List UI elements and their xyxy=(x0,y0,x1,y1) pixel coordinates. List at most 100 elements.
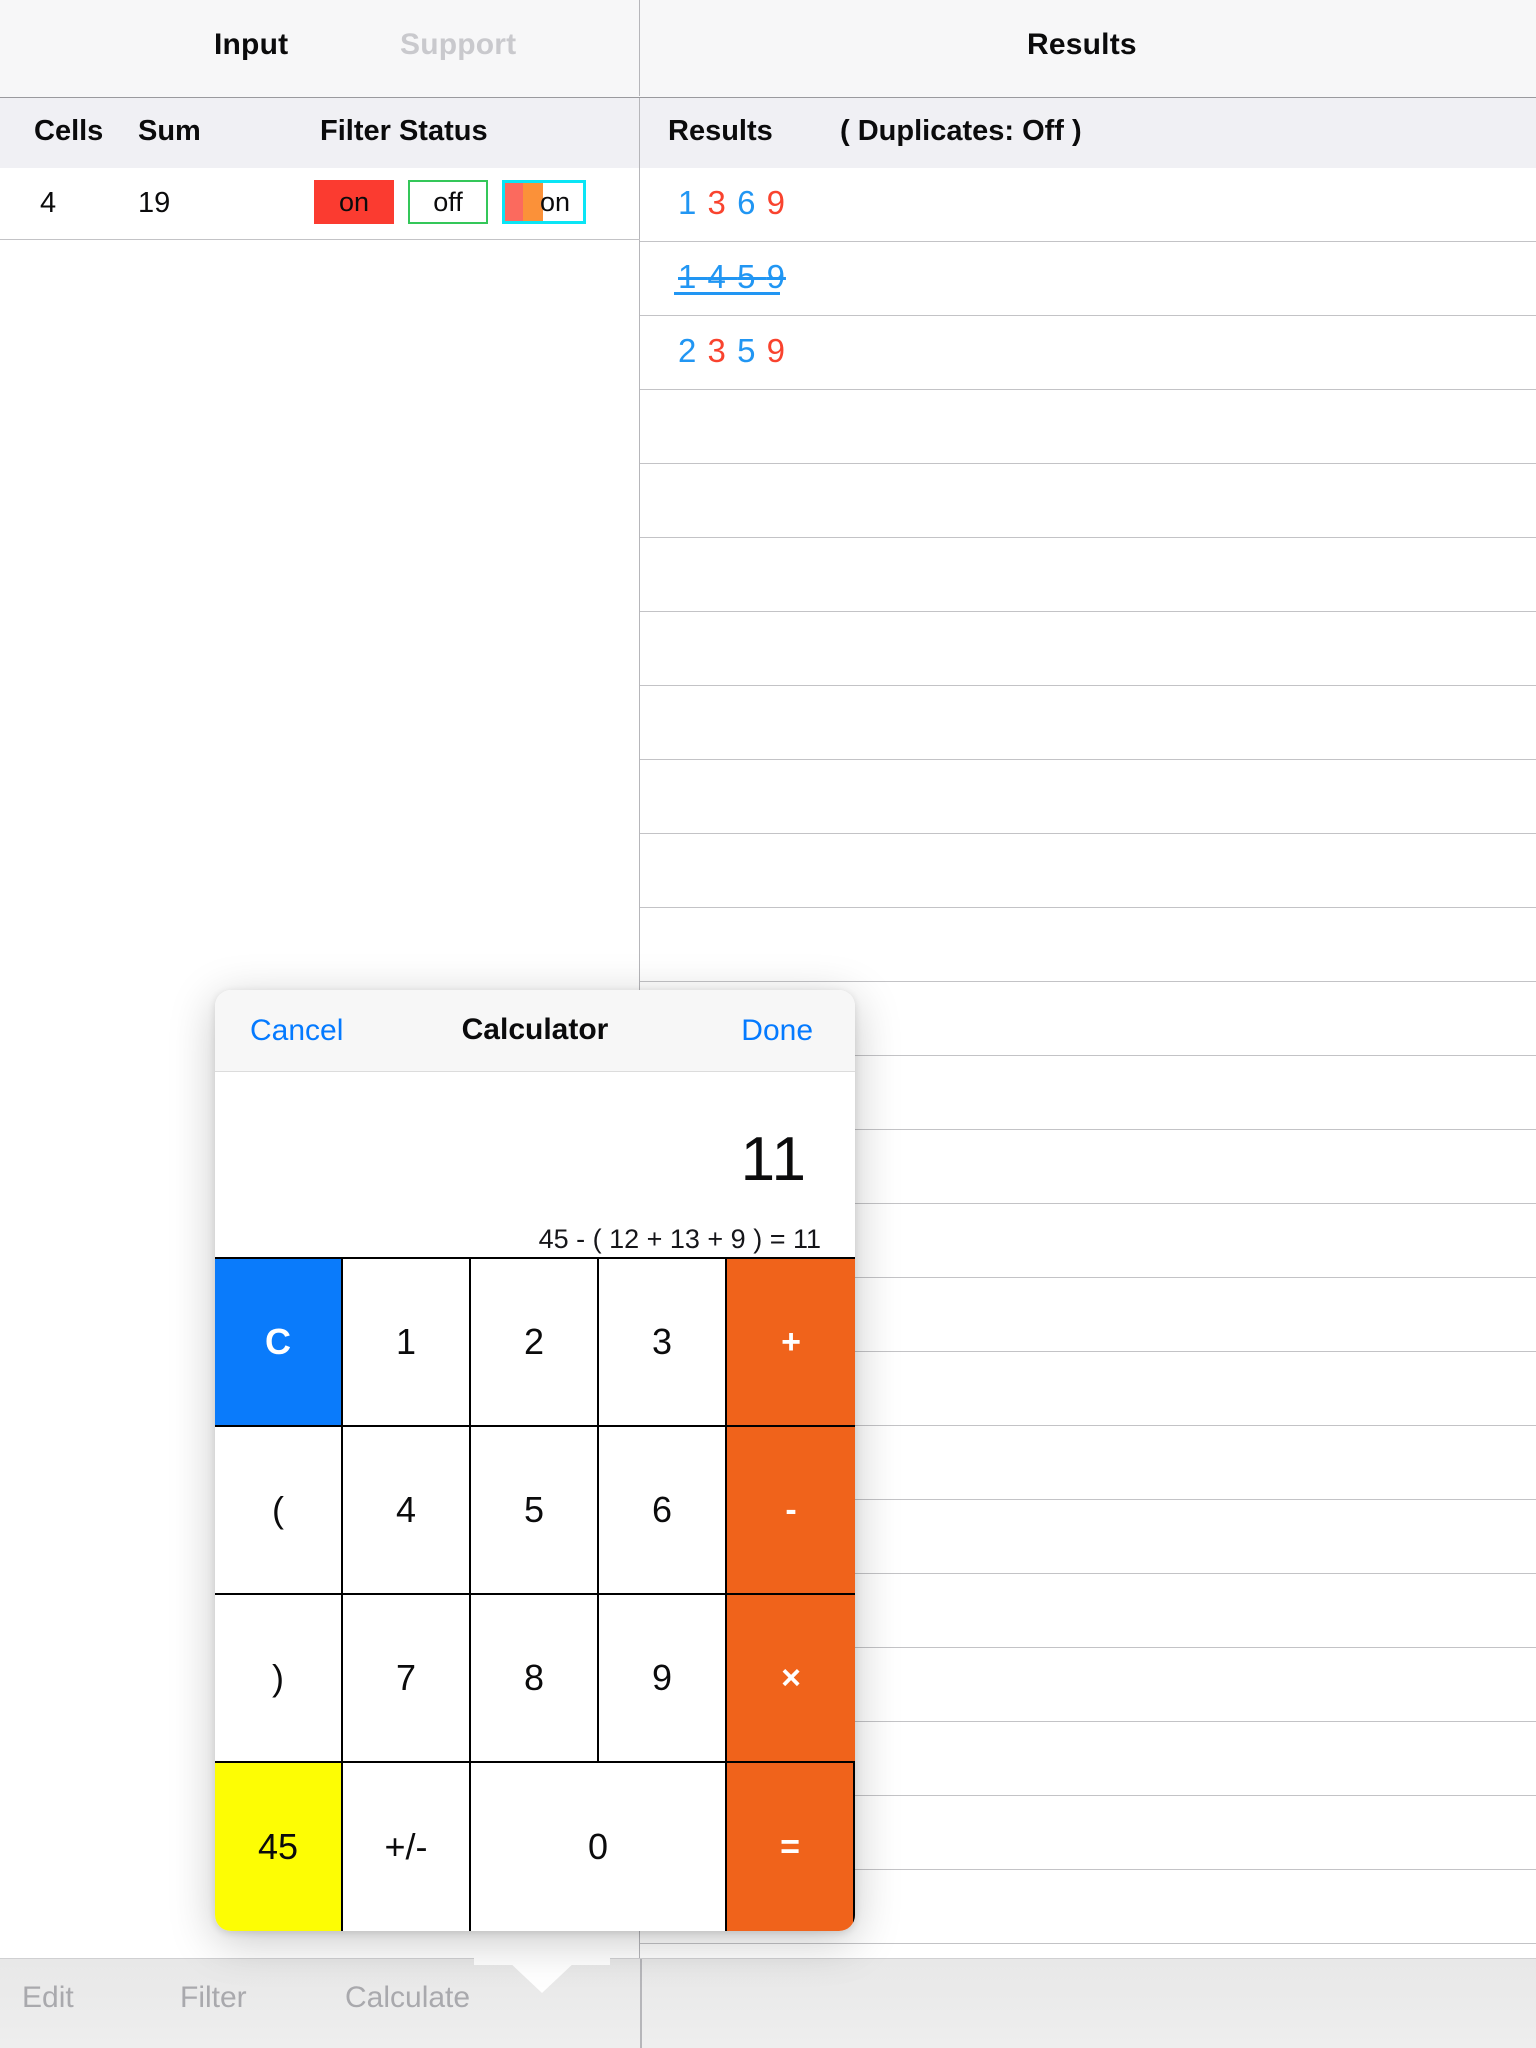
app-root: Input Support Results Cells Sum Filter S… xyxy=(0,0,1536,2048)
key-2[interactable]: 2 xyxy=(471,1259,599,1427)
result-row[interactable] xyxy=(640,908,1536,982)
key-8[interactable]: 8 xyxy=(471,1595,599,1763)
key-memory-45-label: 45 xyxy=(257,1826,299,1867)
result-digit: 4 xyxy=(707,258,738,295)
filter-badge-2-label: off xyxy=(433,186,463,217)
calculator-keypad: C 1 2 3 +(4 5 6-) 7 8 9 × 45 +/- 0 = xyxy=(215,1257,855,1931)
calculator-display: 11 45 - ( 12 + 13 + 9 ) = 11 xyxy=(215,1072,855,1257)
result-digit: 1 xyxy=(678,184,708,221)
duplicates-status-label: ( Duplicates: Off ) xyxy=(840,115,1082,147)
key-sign-toggle-label: +/- xyxy=(384,1826,428,1867)
key-1[interactable]: 1 xyxy=(343,1259,471,1427)
key-minus-label: - xyxy=(785,1490,797,1529)
key-close-paren-label: ) xyxy=(272,1657,284,1698)
key-7-label: 7 xyxy=(395,1657,417,1698)
key-sign-toggle[interactable]: +/- xyxy=(343,1763,471,1931)
key-9[interactable]: 9 xyxy=(599,1595,727,1763)
result-row[interactable] xyxy=(640,390,1536,464)
calculator-result-value: 11 xyxy=(740,1125,807,1194)
key-multiply[interactable]: × xyxy=(727,1595,855,1763)
column-header-cells: Cells xyxy=(34,115,104,147)
result-row[interactable] xyxy=(640,538,1536,612)
result-row[interactable]: 1 3 6 9 xyxy=(640,168,1536,242)
popover-arrow-icon xyxy=(508,1961,576,1993)
result-row[interactable]: 1 4 5 9 xyxy=(640,242,1536,316)
key-equals-label: = xyxy=(780,1827,800,1866)
tab-results[interactable]: Results xyxy=(1027,28,1137,62)
result-row[interactable] xyxy=(640,834,1536,908)
toolbar-edit[interactable]: Edit xyxy=(22,1981,74,2015)
top-tab-bar-left-section: Input Support xyxy=(0,0,640,96)
result-digits: 1 3 6 9 xyxy=(678,184,786,222)
result-digit: 3 xyxy=(707,184,738,221)
result-row[interactable]: 2 3 5 9 xyxy=(640,316,1536,390)
toolbar-calculate[interactable]: Calculate xyxy=(345,1981,470,2015)
key-close-paren[interactable]: ) xyxy=(215,1595,343,1763)
key-6[interactable]: 6 xyxy=(599,1427,727,1595)
filter-badge-3-stripe-icon xyxy=(505,183,543,221)
key-3[interactable]: 3 xyxy=(599,1259,727,1427)
row-cells-value: 4 xyxy=(40,187,57,219)
key-4-label: 4 xyxy=(395,1489,417,1530)
table-row[interactable]: 4 19 on off on xyxy=(0,168,640,240)
result-digits: 2 3 5 9 xyxy=(678,332,786,370)
calculator-header: Cancel Calculator Done xyxy=(215,990,855,1072)
result-row[interactable] xyxy=(640,612,1536,686)
key-9-label: 9 xyxy=(651,1657,673,1698)
result-digit: 6 xyxy=(737,184,767,221)
key-1-label: 1 xyxy=(395,1321,417,1362)
result-digit: 5 xyxy=(737,258,767,295)
key-2-label: 2 xyxy=(523,1321,545,1362)
key-7[interactable]: 7 xyxy=(343,1595,471,1763)
toolbar-divider xyxy=(640,1959,642,2048)
result-digit: 2 xyxy=(678,332,708,369)
key-clear[interactable]: C xyxy=(215,1259,343,1427)
filter-badge-2[interactable]: off xyxy=(408,180,488,224)
key-5-label: 5 xyxy=(523,1489,545,1530)
result-row[interactable] xyxy=(640,464,1536,538)
key-plus[interactable]: + xyxy=(727,1259,855,1427)
key-8-label: 8 xyxy=(523,1657,545,1698)
key-open-paren-label: ( xyxy=(272,1489,284,1530)
result-digits: 1 4 5 9 xyxy=(678,258,786,296)
filter-badge-3[interactable]: on xyxy=(502,180,586,224)
bottom-toolbar: Edit Filter Calculate xyxy=(0,1958,1536,2048)
result-strike-second-line xyxy=(674,292,780,295)
result-row[interactable] xyxy=(640,760,1536,834)
top-tab-bar: Input Support Results xyxy=(0,0,1536,98)
key-memory-45[interactable]: 45 xyxy=(215,1763,343,1931)
tab-input[interactable]: Input xyxy=(214,28,288,62)
key-6-label: 6 xyxy=(651,1489,673,1530)
key-clear-label: C xyxy=(265,1321,291,1362)
result-digit: 9 xyxy=(766,184,786,221)
done-button[interactable]: Done xyxy=(741,1014,813,1048)
column-header-right: Results ( Duplicates: Off ) xyxy=(640,98,1536,168)
result-digit: 3 xyxy=(707,332,738,369)
key-3-label: 3 xyxy=(651,1321,673,1362)
key-5[interactable]: 5 xyxy=(471,1427,599,1595)
result-digit: 9 xyxy=(766,332,786,369)
column-header-results: Results xyxy=(668,115,773,147)
result-digit: 5 xyxy=(737,332,767,369)
filter-badge-1-label: on xyxy=(338,186,370,217)
filter-status-badges: on off on xyxy=(314,180,586,224)
key-equals[interactable]: = xyxy=(727,1763,855,1931)
row-sum-value: 19 xyxy=(138,187,171,219)
result-row[interactable] xyxy=(640,686,1536,760)
key-0[interactable]: 0 xyxy=(471,1763,727,1931)
tab-support[interactable]: Support xyxy=(400,28,516,62)
key-open-paren[interactable]: ( xyxy=(215,1427,343,1595)
calculator-expression: 45 - ( 12 + 13 + 9 ) = 11 xyxy=(538,1224,821,1254)
key-4[interactable]: 4 xyxy=(343,1427,471,1595)
column-header-filter-status: Filter Status xyxy=(320,115,488,147)
key-minus[interactable]: - xyxy=(727,1427,855,1595)
toolbar-filter[interactable]: Filter xyxy=(180,1981,247,2015)
key-multiply-label: × xyxy=(781,1658,801,1697)
calculator-popover: Cancel Calculator Done 11 45 - ( 12 + 13… xyxy=(215,990,855,1931)
top-tab-bar-right-section: Results xyxy=(640,0,1536,96)
result-digit: 9 xyxy=(766,258,786,295)
result-digit: 1 xyxy=(678,258,708,295)
filter-badge-1[interactable]: on xyxy=(314,180,394,224)
key-0-label: 0 xyxy=(587,1826,609,1867)
filter-badge-3-label: on xyxy=(539,186,571,217)
